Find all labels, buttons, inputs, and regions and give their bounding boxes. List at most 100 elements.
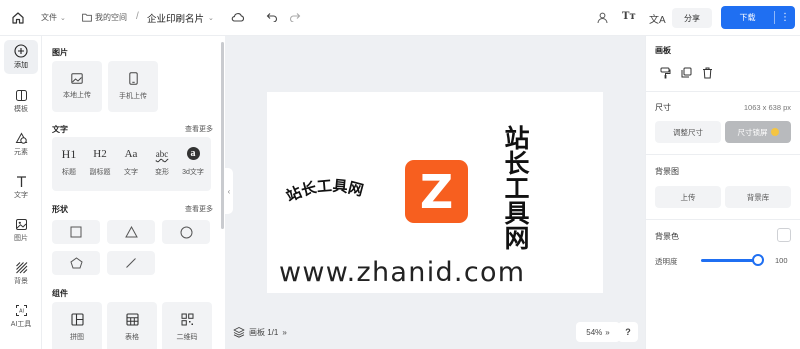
delete-icon[interactable] — [702, 67, 713, 81]
logo-element[interactable]: Z — [405, 160, 468, 223]
home-icon[interactable] — [11, 11, 25, 25]
my-space-link[interactable]: 我的空间 — [82, 12, 127, 23]
circle-icon — [180, 226, 192, 238]
background-color-swatch[interactable] — [777, 228, 791, 242]
triangle-icon — [124, 226, 138, 238]
opacity-value[interactable]: 100 — [775, 256, 788, 265]
undo-icon[interactable] — [266, 12, 278, 22]
chevron-double-right-icon: » — [605, 327, 610, 337]
panel-scrollbar[interactable] — [221, 42, 224, 229]
text-style-warp[interactable]: abc 变形 — [147, 145, 177, 177]
rail-label: 文字 — [14, 191, 28, 199]
divider — [646, 219, 800, 220]
resize-button[interactable]: 调整尺寸 — [655, 121, 721, 143]
opacity-label: 透明度 — [655, 257, 678, 266]
paint-brush-icon[interactable] — [660, 67, 671, 81]
puzzle-component[interactable]: 拼图 — [52, 302, 102, 349]
chevron-double-right-icon: » — [282, 327, 287, 337]
divider — [646, 154, 800, 155]
opacity-slider-track[interactable] — [701, 259, 758, 262]
heading-glyph: H1 — [61, 146, 77, 161]
opacity-slider-handle[interactable] — [752, 254, 764, 266]
document-title-text: 企业印刷名片 — [147, 14, 205, 25]
more-vertical-icon[interactable]: ⋮ — [775, 12, 795, 23]
svg-text:AI: AI — [19, 308, 24, 314]
images-section-title: 图片 — [52, 48, 68, 57]
document-title[interactable]: 企业印刷名片 ⌄ — [147, 11, 214, 25]
help-button[interactable]: ? — [618, 322, 638, 342]
vertical-text-element[interactable]: 站 长 工 具 网 — [499, 126, 535, 251]
share-button[interactable]: 分享 — [672, 8, 712, 28]
file-menu[interactable]: 文件 ⌄ — [41, 12, 66, 23]
text-style-subheading[interactable]: H2 副标题 — [85, 145, 115, 177]
duplicate-icon[interactable] — [681, 67, 692, 80]
text-style-body[interactable]: Aa 文字 — [116, 145, 146, 177]
shapes-see-more-link[interactable]: 查看更多 — [185, 204, 213, 214]
qrcode-icon — [181, 313, 193, 325]
vertical-char: 站 — [504, 124, 530, 153]
component-label: 表格 — [125, 333, 139, 341]
rail-label: 背景 — [14, 277, 28, 285]
rail-item-images[interactable]: 图片 — [4, 213, 38, 247]
page-switcher[interactable]: 画板 1/1 » — [229, 321, 291, 343]
translate-icon[interactable]: 文A — [649, 11, 666, 26]
download-label: 下载 — [739, 13, 756, 22]
text-style-heading[interactable]: H1 标题 — [54, 145, 84, 177]
rail-item-elements[interactable]: 元素 — [4, 127, 38, 161]
collage-icon — [70, 312, 84, 326]
image-upload-icon — [71, 73, 83, 84]
cloud-save-icon[interactable] — [231, 11, 245, 23]
rail-item-background[interactable]: 背景 — [4, 256, 38, 290]
rail-item-templates[interactable]: 模板 — [4, 84, 38, 118]
properties-panel: 画板 尺寸 1063 x 638 px 调整尺寸 尺寸锁屏 背景图 上传 背景库… — [645, 36, 800, 349]
rail-label: 添加 — [14, 62, 28, 69]
chevron-left-icon: ‹ — [227, 186, 231, 196]
pentagon-shape[interactable] — [52, 251, 100, 275]
chevron-down-icon: ⌄ — [208, 15, 214, 22]
curved-text: 站长工具网 — [283, 177, 365, 206]
rail-item-text[interactable]: 文字 — [4, 170, 38, 204]
line-shape[interactable] — [107, 251, 155, 275]
circle-shape[interactable] — [162, 220, 210, 244]
logo-letter: Z — [419, 164, 454, 219]
table-component[interactable]: 表格 — [107, 302, 157, 349]
triangle-shape[interactable] — [107, 220, 155, 244]
shapes-section-title: 形状 — [52, 205, 68, 214]
zoom-value: 54% — [586, 327, 603, 337]
upload-background-button[interactable]: 上传 — [655, 186, 721, 208]
image-icon — [15, 218, 27, 230]
phone-upload-label: 手机上传 — [119, 93, 147, 100]
divider — [646, 91, 800, 92]
vertical-char: 工 — [504, 174, 530, 203]
redo-icon[interactable] — [289, 12, 301, 22]
add-panel: 图片 本地上传 手机上传 文字 查看更多 H1 标题 H2 副标题 Aa 文字 … — [43, 36, 225, 349]
text-style-3d[interactable]: a 3d文字 — [178, 145, 208, 177]
size-lock-button[interactable]: 尺寸锁屏 — [725, 121, 791, 143]
collapse-panel-button[interactable]: ‹ — [225, 168, 233, 214]
rail-item-add[interactable]: 添加 — [4, 40, 38, 74]
vertical-char: 网 — [504, 224, 530, 253]
top-bar: 文件 ⌄ 我的空间 / 企业印刷名片 ⌄ Tт 文A 分享 下载 ⋮ — [0, 0, 800, 36]
text-style-label: 标题 — [62, 169, 76, 176]
background-library-button[interactable]: 背景库 — [725, 186, 791, 208]
text-style-label: 文字 — [124, 169, 138, 176]
square-shape[interactable] — [52, 220, 100, 244]
vertical-char: 长 — [504, 149, 530, 178]
layers-icon — [233, 327, 245, 338]
user-icon[interactable] — [596, 11, 609, 24]
text-see-more-link[interactable]: 查看更多 — [185, 124, 213, 134]
qrcode-component[interactable]: 二维码 — [162, 302, 212, 349]
warp-text-glyph: abc — [155, 149, 169, 159]
zoom-control[interactable]: 54% » — [576, 322, 620, 342]
add-circle-icon — [14, 44, 28, 58]
phone-upload-card[interactable]: 手机上传 — [108, 61, 158, 112]
download-button[interactable]: 下载 ⋮ — [721, 6, 795, 29]
table-icon — [125, 312, 139, 326]
rail-item-ai-tools[interactable]: AI AI工具 — [4, 299, 38, 333]
background-pattern-icon — [15, 261, 27, 273]
font-icon[interactable]: Tт — [622, 11, 636, 22]
curved-text-element[interactable]: 站长工具网 — [283, 172, 393, 212]
url-text-element[interactable]: www.zhanid.com — [279, 257, 525, 288]
local-upload-card[interactable]: 本地上传 — [52, 61, 102, 112]
vip-crown-icon — [770, 128, 779, 136]
